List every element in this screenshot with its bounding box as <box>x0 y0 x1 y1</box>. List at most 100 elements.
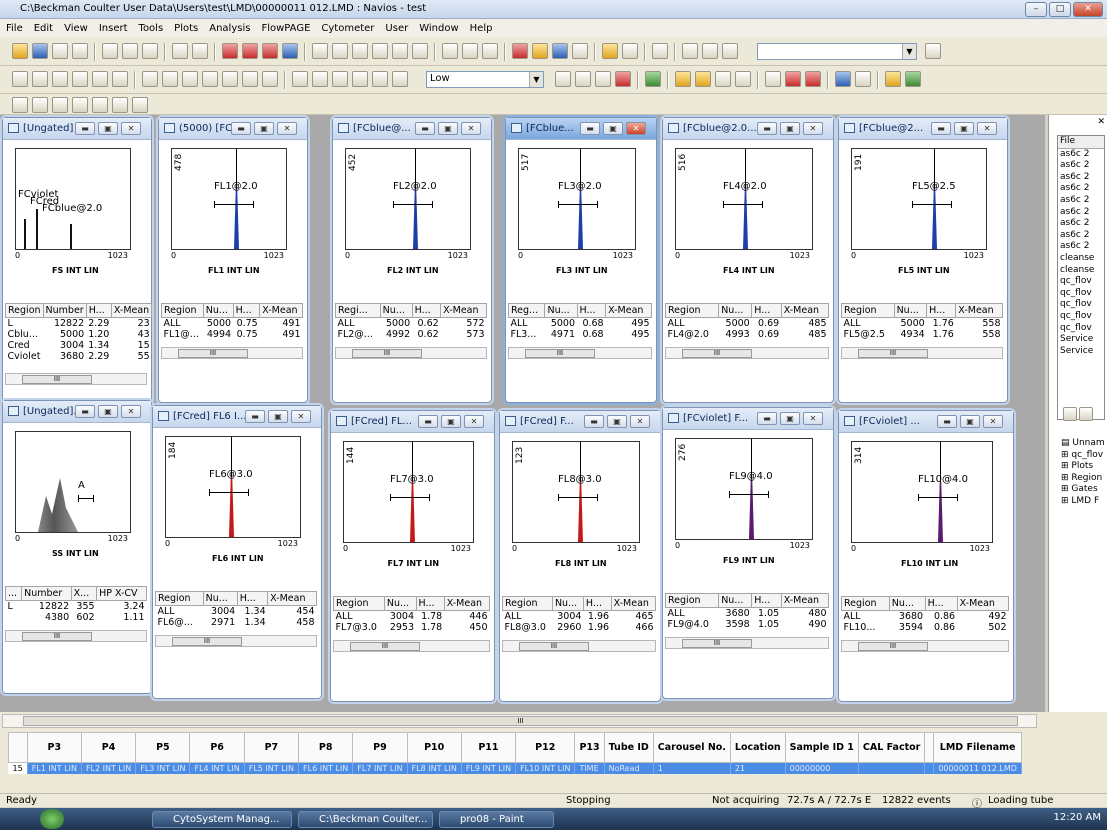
histogram-plot[interactable]: 191 FL5@2.5 0 1023 FL5 INT LIN <box>851 148 987 275</box>
tree-item[interactable]: ⊞ qc_flov <box>1061 450 1105 462</box>
plot-window[interactable]: [FCred] FL6 I... ▬ ▣ ✕ 184 FL6@3.0 0 1023 FL6 IN… <box>152 405 322 699</box>
stop-back-icon[interactable] <box>372 71 388 87</box>
stats-header[interactable]: H... <box>415 596 445 611</box>
region-gate[interactable] <box>558 494 598 501</box>
close-button[interactable]: ✕ <box>464 415 484 428</box>
color-icon[interactable] <box>222 43 238 59</box>
maximize-button[interactable]: ▣ <box>254 122 274 135</box>
play-icon[interactable] <box>682 43 698 59</box>
grid-column-header[interactable]: Tube ID <box>603 732 654 763</box>
open-folder-icon[interactable] <box>925 43 941 59</box>
histogram-plot[interactable]: 516 FL4@2.0 0 1023 FL4 INT LIN <box>675 148 813 275</box>
close-button[interactable]: ✕ <box>121 122 141 135</box>
stats-header[interactable]: Regi... <box>335 303 381 318</box>
maximize-button[interactable]: ▣ <box>441 415 461 428</box>
record-icon[interactable] <box>352 71 368 87</box>
stats-scrollbar[interactable]: III <box>665 637 829 649</box>
task-paint[interactable]: pro08 - Paint <box>439 811 554 828</box>
pause-back-icon[interactable] <box>332 71 348 87</box>
plot-window-caption[interactable]: [FCblue@... ▬ ▣ ✕ <box>333 118 491 140</box>
grid-cell[interactable]: FL6 INT LIN <box>298 762 354 774</box>
tool-e-icon[interactable] <box>645 71 661 87</box>
stats-header[interactable]: Region <box>841 303 895 318</box>
extra-5-icon[interactable] <box>92 97 108 113</box>
stats-header[interactable]: Nu... <box>202 591 238 606</box>
redo-icon[interactable] <box>192 43 208 59</box>
scroll-thumb[interactable]: III <box>858 349 928 358</box>
region-2-icon[interactable] <box>162 71 178 87</box>
plot-window[interactable]: (5000) [FCbl... ▬ ▣ ✕ 478 FL1@2.0 0 1023 FL1 INT… <box>158 117 308 403</box>
select-icon[interactable] <box>12 71 28 87</box>
stats-scrollbar[interactable]: III <box>335 347 487 359</box>
plot-window[interactable]: [FCred] F... ▬ ▣ ✕ 123 FL8@3.0 0 1023 FL8 INT LI… <box>499 410 661 702</box>
region-gate[interactable] <box>78 495 94 502</box>
file-item[interactable]: as6c 2 <box>1058 218 1104 230</box>
stats-header[interactable]: Region <box>502 596 553 611</box>
plot-window-caption[interactable]: [Ungated] ... ▬ ▣ ✕ <box>3 118 151 140</box>
scroll-thumb[interactable]: III <box>858 642 928 651</box>
protocol-select[interactable]: ▼ <box>757 43 917 60</box>
grid-cell[interactable]: FL9 INT LIN <box>461 762 517 774</box>
layout-5-icon[interactable] <box>392 43 408 59</box>
close-button[interactable]: ✕ <box>291 410 311 423</box>
stats-scrollbar[interactable]: III <box>841 640 1009 652</box>
grid-cell[interactable]: FL4 INT LIN <box>189 762 245 774</box>
cancel-icon[interactable] <box>392 71 408 87</box>
minimize-button[interactable]: ▬ <box>75 405 95 418</box>
stats-header[interactable]: X-Mean <box>110 303 153 318</box>
stats-row[interactable]: L 12822 355 3.24 <box>6 601 147 612</box>
image-icon[interactable] <box>32 71 48 87</box>
histogram-plot[interactable]: 314 FL10@4.0 0 1023 FL10 INT LIN <box>851 441 993 568</box>
grid-cell[interactable]: 00000011 012.LMD <box>933 762 1022 774</box>
menu-cytometer[interactable]: Cytometer <box>321 23 374 34</box>
menu-help[interactable]: Help <box>470 23 493 34</box>
rewind-icon[interactable] <box>292 71 308 87</box>
scroll-thumb[interactable]: III <box>525 349 595 358</box>
menu-file[interactable]: File <box>6 23 23 34</box>
stats-table[interactable]: Region Nu... H... X-Mean ALL 5000 1.76 558 FL5@2… <box>841 303 1003 340</box>
stats-row[interactable]: FL1@... 4994 0.75 491 <box>162 329 303 340</box>
stats-row[interactable]: ALL 5000 0.62 572 <box>336 318 487 329</box>
stats-header[interactable]: Nu... <box>718 303 753 318</box>
triangle-icon[interactable] <box>262 43 278 59</box>
file-item[interactable]: Service <box>1058 346 1104 358</box>
plot-window[interactable]: [FCblue@2... ▬ ▣ ✕ 191 FL5@2.5 0 1023 FL5 INT LI… <box>838 117 1008 403</box>
layout-6-icon[interactable] <box>412 43 428 59</box>
region-5-icon[interactable] <box>222 71 238 87</box>
grid-column-header[interactable] <box>924 732 935 763</box>
stats-header[interactable]: Reg... <box>507 303 546 318</box>
tool-o-icon[interactable] <box>885 71 901 87</box>
file-item[interactable]: as6c 2 <box>1058 172 1104 184</box>
chart-icon[interactable] <box>282 43 298 59</box>
plot-window[interactable]: [Ungated] ... ▬ ▣ ✕ FCviolet FCred FCblue@2.0 0… <box>2 117 153 403</box>
extra-2-icon[interactable] <box>32 97 48 113</box>
region-4-icon[interactable] <box>202 71 218 87</box>
stats-header[interactable]: H... <box>236 591 269 606</box>
stats-header[interactable]: ... <box>4 586 23 601</box>
view-1-icon[interactable] <box>1063 407 1077 421</box>
grid-column-header[interactable]: P9 <box>352 732 408 763</box>
tree-item[interactable]: ⊞ Gates <box>1061 484 1105 496</box>
close-button[interactable]: ✕ <box>121 405 141 418</box>
stats-row[interactable]: FL2@... 4992 0.62 573 <box>336 329 487 340</box>
stats-header[interactable]: H... <box>232 303 261 318</box>
file-item[interactable]: as6c 2 <box>1058 241 1104 253</box>
tool-n-icon[interactable] <box>855 71 871 87</box>
stats-header[interactable]: H... <box>926 303 957 318</box>
stats-row[interactable]: FL6@... 2971 1.34 458 <box>156 617 317 628</box>
tool-g-icon[interactable] <box>695 71 711 87</box>
stats-row[interactable]: ALL 5000 0.69 485 <box>666 318 829 329</box>
plot-window[interactable]: [FCviolet] ... ▬ ▣ ✕ 314 FL10@4.0 0 1023 FL10 IN… <box>838 410 1014 702</box>
region-gate[interactable] <box>209 489 249 496</box>
grid-cell[interactable]: FL5 INT LIN <box>244 762 300 774</box>
histogram-plot[interactable]: A 0 1023 SS INT LIN <box>15 431 131 558</box>
stats-header[interactable]: H... <box>576 303 607 318</box>
plot-window-caption[interactable]: [Ungated]... ▬ ▣ ✕ <box>3 401 151 423</box>
stats-header[interactable]: X... <box>70 586 98 601</box>
grid-column-header[interactable]: P8 <box>298 732 354 763</box>
stats-header[interactable]: X-Mean <box>443 596 491 611</box>
grid-column-header[interactable]: P6 <box>189 732 245 763</box>
stats-row[interactable]: ALL 3004 1.96 465 <box>503 611 656 622</box>
histogram-plot[interactable]: 478 FL1@2.0 0 1023 FL1 INT LIN <box>171 148 287 275</box>
stop-icon[interactable] <box>722 43 738 59</box>
